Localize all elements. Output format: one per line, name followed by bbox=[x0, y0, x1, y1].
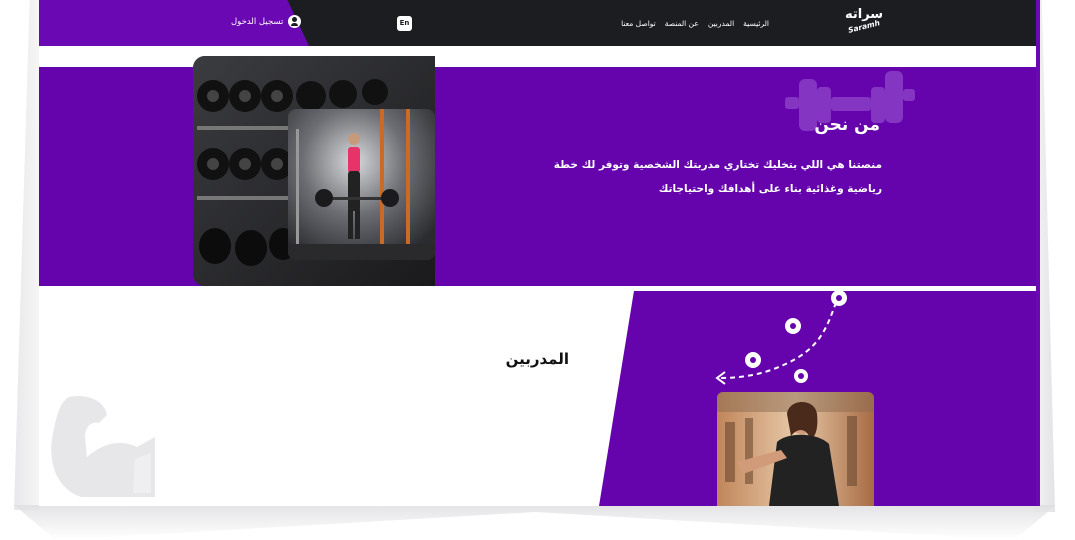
frame-shadow-left bbox=[14, 0, 40, 510]
about-title: من نحن bbox=[814, 115, 880, 135]
frame-shadow-bottom bbox=[14, 505, 1056, 540]
woman-lifting-photo bbox=[288, 109, 435, 260]
trainers-title: المدربين bbox=[505, 350, 569, 368]
nav-link-about[interactable]: عن المنصة bbox=[665, 19, 699, 28]
trainer-photo bbox=[717, 392, 874, 506]
nav-link-contact[interactable]: تواصل معنا bbox=[621, 19, 656, 28]
website-page: تسجيل الدخول En الرئيسية المدربين عن الم… bbox=[39, 0, 1036, 506]
nav-links: الرئيسية المدربين عن المنصة تواصل معنا bbox=[609, 19, 769, 28]
login-label: تسجيل الدخول bbox=[231, 16, 284, 27]
navbar: تسجيل الدخول En الرئيسية المدربين عن الم… bbox=[39, 0, 1036, 46]
route-icon bbox=[715, 290, 847, 385]
language-toggle-button[interactable]: En bbox=[397, 16, 412, 31]
nav-link-trainers[interactable]: المدربين bbox=[708, 19, 734, 28]
muscle-arm-icon bbox=[51, 395, 155, 497]
page-edge-accent bbox=[1036, 0, 1040, 506]
about-description: منصتنا هي اللي بتخليك تختاري مدربتك الشخ… bbox=[553, 159, 882, 195]
login-button[interactable]: تسجيل الدخول bbox=[231, 15, 302, 28]
user-icon bbox=[288, 15, 302, 28]
trainer-photo-image bbox=[717, 392, 874, 506]
logo[interactable]: سراته Saramh bbox=[845, 8, 884, 38]
woman-lifting-image bbox=[288, 109, 435, 260]
nav-link-home[interactable]: الرئيسية bbox=[743, 19, 769, 28]
about-section: من نحن منصتنا هي اللي بتخليك تختاري مدرب… bbox=[39, 67, 1036, 286]
